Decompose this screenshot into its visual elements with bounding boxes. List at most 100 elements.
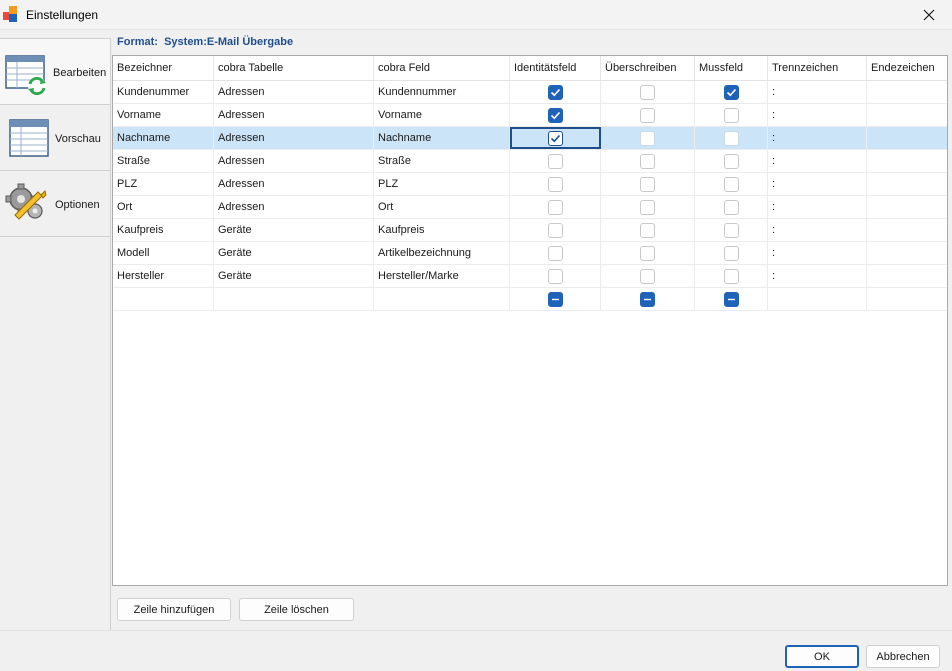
sidebar-item-optionen[interactable]: Optionen	[0, 170, 111, 236]
cell-bezeichner[interactable]: Modell	[113, 242, 214, 264]
table-row[interactable]: Straße Adressen Straße:	[113, 150, 947, 173]
identitaet-checkbox[interactable]	[547, 245, 563, 261]
cell-endezeichen[interactable]	[867, 127, 947, 149]
cell-endezeichen[interactable]	[867, 104, 947, 126]
identitaet-checkbox[interactable]	[547, 291, 563, 307]
ueberschreiben-checkbox[interactable]	[640, 153, 655, 169]
cell-feld[interactable]: Vorname	[374, 104, 510, 126]
ueberschreiben-checkbox[interactable]	[640, 107, 655, 123]
column-header-tabelle[interactable]: cobra Tabelle	[214, 56, 374, 80]
table-row[interactable]: Nachname Adressen Nachname:	[113, 127, 947, 150]
sidebar-item-vorschau[interactable]: Vorschau	[0, 104, 111, 170]
cell-endezeichen[interactable]	[867, 196, 947, 218]
table-row[interactable]: Ort Adressen Ort:	[113, 196, 947, 219]
cell-endezeichen[interactable]	[867, 81, 947, 103]
cell-tabelle[interactable]: Geräte	[214, 219, 374, 241]
cell-endezeichen[interactable]	[867, 288, 947, 310]
cell-feld[interactable]: Artikelbezeichnung	[374, 242, 510, 264]
ueberschreiben-checkbox[interactable]	[640, 84, 655, 100]
cell-trennzeichen[interactable]: :	[768, 104, 867, 126]
cell-endezeichen[interactable]	[867, 265, 947, 287]
mussfeld-checkbox[interactable]	[723, 84, 739, 100]
delete-row-button[interactable]: Zeile löschen	[239, 598, 354, 621]
identitaet-checkbox[interactable]	[547, 268, 563, 284]
table-row[interactable]: Kundenummer Adressen Kundennummer:	[113, 81, 947, 104]
identitaet-checkbox[interactable]	[547, 222, 563, 238]
mussfeld-checkbox[interactable]	[723, 222, 739, 238]
cell-trennzeichen[interactable]: :	[768, 173, 867, 195]
cell-feld[interactable]: Kundennummer	[374, 81, 510, 103]
mussfeld-checkbox[interactable]	[723, 245, 739, 261]
mussfeld-checkbox[interactable]	[723, 176, 739, 192]
cell-endezeichen[interactable]	[867, 150, 947, 172]
mussfeld-checkbox[interactable]	[723, 268, 739, 284]
cell-trennzeichen[interactable]: :	[768, 81, 867, 103]
cell-trennzeichen[interactable]: :	[768, 265, 867, 287]
ueberschreiben-checkbox[interactable]	[640, 199, 655, 215]
cell-bezeichner[interactable]: Ort	[113, 196, 214, 218]
mussfeld-checkbox[interactable]	[723, 153, 739, 169]
cell-trennzeichen[interactable]: :	[768, 242, 867, 264]
close-button[interactable]	[906, 0, 952, 30]
table-row[interactable]: PLZ Adressen PLZ:	[113, 173, 947, 196]
cell-tabelle[interactable]	[214, 288, 374, 310]
cell-trennzeichen[interactable]: :	[768, 150, 867, 172]
cell-endezeichen[interactable]	[867, 242, 947, 264]
mussfeld-checkbox[interactable]	[723, 291, 739, 307]
cell-tabelle[interactable]: Adressen	[214, 173, 374, 195]
identitaet-checkbox[interactable]	[548, 130, 563, 146]
ueberschreiben-checkbox[interactable]	[640, 268, 655, 284]
identitaet-checkbox[interactable]	[547, 107, 563, 123]
ueberschreiben-checkbox[interactable]	[640, 222, 655, 238]
sidebar-item-bearbeiten[interactable]: Bearbeiten	[0, 38, 111, 104]
column-header-feld[interactable]: cobra Feld	[374, 56, 510, 80]
column-header-trennzeichen[interactable]: Trennzeichen	[768, 56, 867, 80]
table-row[interactable]: Vorname Adressen Vorname:	[113, 104, 947, 127]
cell-bezeichner[interactable]: Hersteller	[113, 265, 214, 287]
column-header-ueberschreiben[interactable]: Überschreiben	[601, 56, 695, 80]
cell-feld[interactable]: Kaufpreis	[374, 219, 510, 241]
cell-endezeichen[interactable]	[867, 173, 947, 195]
column-header-mussfeld[interactable]: Mussfeld	[695, 56, 768, 80]
cell-tabelle[interactable]: Adressen	[214, 150, 374, 172]
cell-bezeichner[interactable]: Kaufpreis	[113, 219, 214, 241]
add-row-button[interactable]: Zeile hinzufügen	[117, 598, 231, 621]
column-header-endezeichen[interactable]: Endezeichen	[867, 56, 947, 80]
cell-trennzeichen[interactable]: :	[768, 219, 867, 241]
identitaet-checkbox[interactable]	[547, 153, 563, 169]
cell-tabelle[interactable]: Geräte	[214, 242, 374, 264]
column-header-bezeichner[interactable]: Bezeichner	[113, 56, 214, 80]
cell-bezeichner[interactable]: Nachname	[113, 127, 214, 149]
ueberschreiben-checkbox[interactable]	[640, 291, 655, 307]
ok-button[interactable]: OK	[785, 645, 859, 668]
identitaet-checkbox[interactable]	[547, 199, 563, 215]
column-header-identitaet[interactable]: Identitätsfeld	[510, 56, 601, 80]
cell-feld[interactable]: Ort	[374, 196, 510, 218]
table-row[interactable]: Kaufpreis Geräte Kaufpreis:	[113, 219, 947, 242]
cell-feld[interactable]: Straße	[374, 150, 510, 172]
cell-tabelle[interactable]: Adressen	[214, 196, 374, 218]
table-row[interactable]: Modell Geräte Artikelbezeichnung:	[113, 242, 947, 265]
cell-bezeichner[interactable]: Straße	[113, 150, 214, 172]
cell-endezeichen[interactable]	[867, 219, 947, 241]
cell-bezeichner[interactable]	[113, 288, 214, 310]
cell-tabelle[interactable]: Geräte	[214, 265, 374, 287]
mussfeld-checkbox[interactable]	[723, 130, 739, 146]
cell-trennzeichen[interactable]: :	[768, 127, 867, 149]
cell-bezeichner[interactable]: Kundenummer	[113, 81, 214, 103]
cell-feld[interactable]: Nachname	[374, 127, 510, 149]
ueberschreiben-checkbox[interactable]	[640, 176, 655, 192]
ueberschreiben-checkbox[interactable]	[640, 130, 655, 146]
mussfeld-checkbox[interactable]	[723, 199, 739, 215]
identitaet-checkbox[interactable]	[547, 176, 563, 192]
cell-bezeichner[interactable]: Vorname	[113, 104, 214, 126]
cell-tabelle[interactable]: Adressen	[214, 81, 374, 103]
cancel-button[interactable]: Abbrechen	[866, 645, 940, 668]
table-row[interactable]: Hersteller Geräte Hersteller/Marke:	[113, 265, 947, 288]
cell-tabelle[interactable]: Adressen	[214, 127, 374, 149]
cell-feld[interactable]	[374, 288, 510, 310]
cell-trennzeichen[interactable]	[768, 288, 867, 310]
cell-feld[interactable]: PLZ	[374, 173, 510, 195]
mussfeld-checkbox[interactable]	[723, 107, 739, 123]
ueberschreiben-checkbox[interactable]	[640, 245, 655, 261]
